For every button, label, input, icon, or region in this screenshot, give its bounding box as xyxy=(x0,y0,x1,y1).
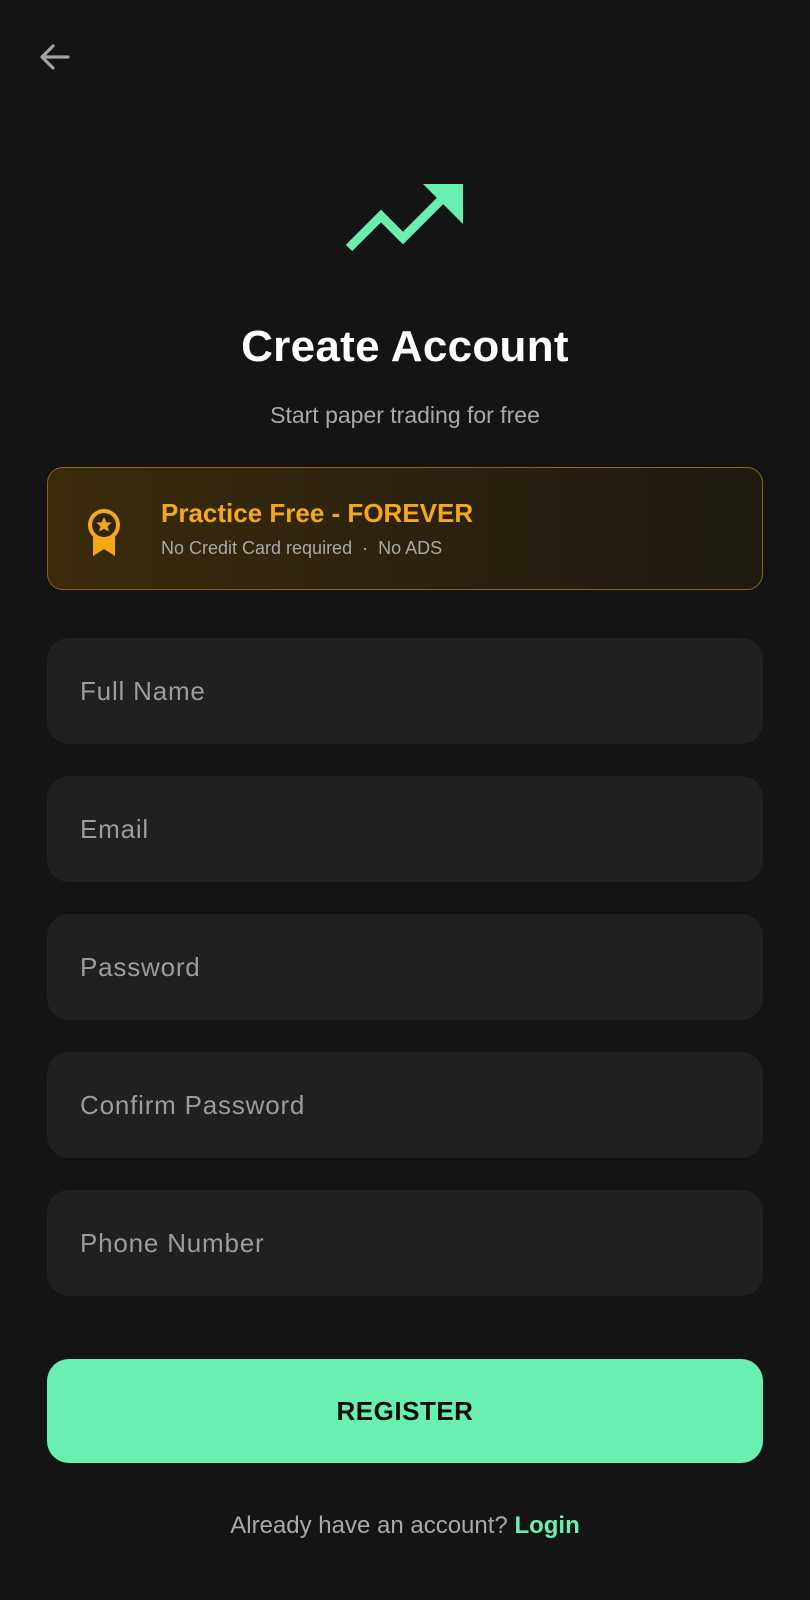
register-button[interactable]: REGISTER xyxy=(47,1359,763,1463)
award-badge-icon xyxy=(88,509,120,556)
page-title: Create Account xyxy=(241,322,569,371)
email-field xyxy=(47,776,763,882)
confirm-password-input[interactable] xyxy=(47,1052,763,1158)
confirm-password-field xyxy=(47,1052,763,1158)
promo-separator: · xyxy=(362,538,369,558)
phone-number-input[interactable] xyxy=(47,1190,763,1296)
login-prompt: Already have an account? Login xyxy=(0,1512,810,1540)
trending-up-arrow-icon xyxy=(345,184,463,252)
promo-banner: Practice Free - FOREVER No Credit Card r… xyxy=(47,467,763,590)
email-input[interactable] xyxy=(47,776,763,882)
login-prompt-text: Already have an account? xyxy=(230,1512,508,1539)
register-screen: Create Account Start paper trading for f… xyxy=(0,0,810,1600)
back-button[interactable] xyxy=(32,34,78,80)
login-link[interactable]: Login xyxy=(514,1512,579,1539)
promo-no-ads: No ADS xyxy=(378,538,443,558)
full-name-input[interactable] xyxy=(47,638,763,744)
promo-title: Practice Free - FOREVER xyxy=(161,498,474,528)
password-field xyxy=(47,914,763,1020)
promo-no-credit-card: No Credit Card required xyxy=(161,538,353,558)
password-input[interactable] xyxy=(47,914,763,1020)
promo-subtitle: No Credit Card required · No ADS xyxy=(161,538,442,559)
arrow-left-icon xyxy=(40,44,70,70)
full-name-field xyxy=(47,638,763,744)
page-subtitle: Start paper trading for free xyxy=(270,402,540,428)
phone-number-field xyxy=(47,1190,763,1296)
